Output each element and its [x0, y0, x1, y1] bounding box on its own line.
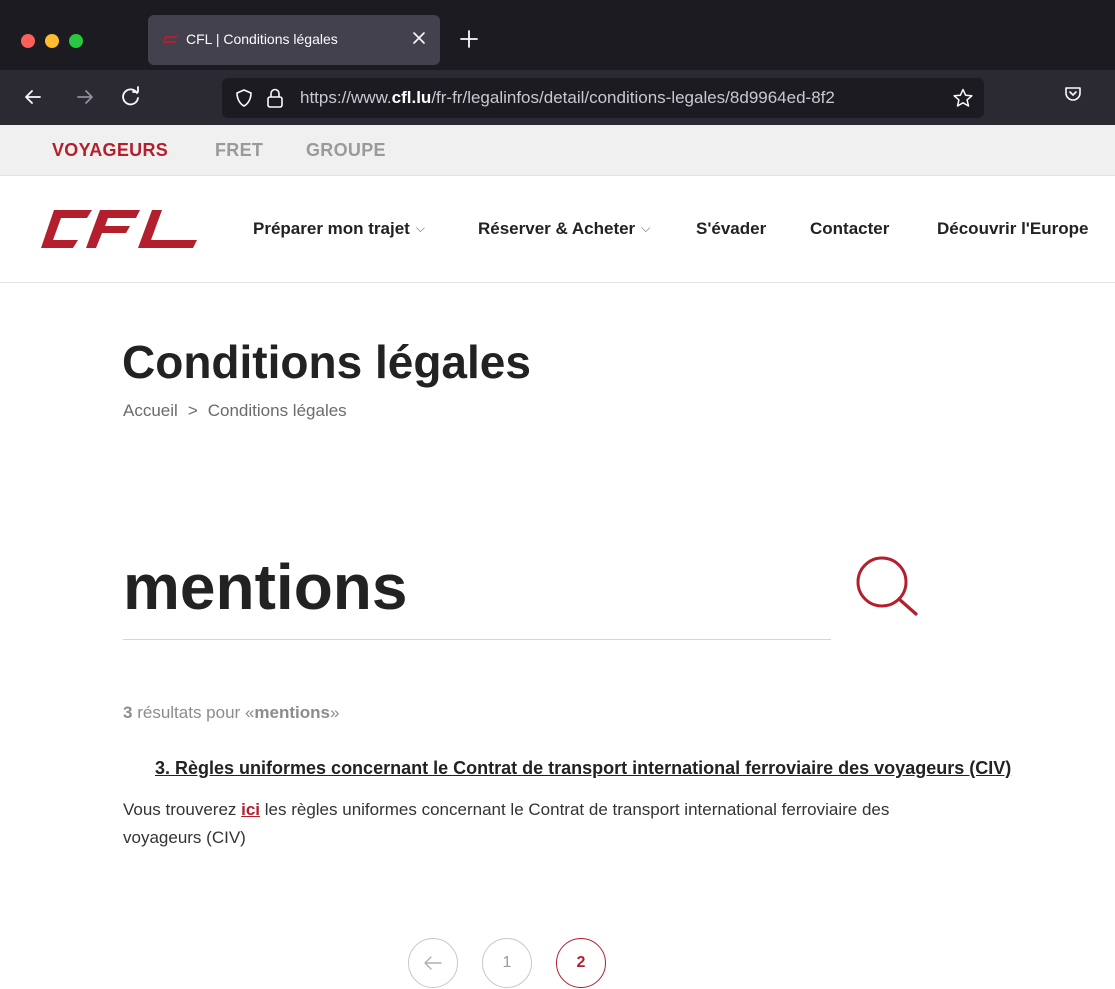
pocket-icon[interactable]	[1063, 84, 1083, 104]
new-tab-icon[interactable]	[458, 28, 480, 50]
result-description: Vous trouverez ici les règles uniformes …	[123, 800, 890, 847]
results-count: 3 résultats pour «mentions»	[123, 703, 339, 723]
nav-reserver-acheter[interactable]: Réserver & Acheter ⌵	[478, 219, 650, 239]
breadcrumb: Accueil > Conditions légales	[123, 401, 347, 421]
chevron-down-icon: ⌵	[641, 221, 651, 235]
pagination-page-1[interactable]: 1	[482, 938, 532, 988]
nav-preparer-mon-trajet[interactable]: Préparer mon trajet ⌵	[253, 219, 425, 239]
chevron-down-icon: ⌵	[415, 221, 425, 235]
breadcrumb-current: Conditions légales	[207, 401, 347, 420]
result-ici-link[interactable]: ici	[241, 800, 260, 819]
tab-title: CFL | Conditions légales	[186, 31, 338, 47]
url-text[interactable]: https://www.cfl.lu/fr-fr/legalinfos/deta…	[300, 88, 835, 108]
lock-icon[interactable]	[266, 87, 284, 109]
pagination-previous-button[interactable]	[408, 938, 458, 988]
shield-icon[interactable]	[234, 88, 254, 108]
search-field-wrapper	[123, 540, 831, 640]
results-count-number: 3	[123, 703, 133, 722]
arrow-left-icon	[424, 956, 442, 970]
forward-arrow-icon[interactable]	[72, 84, 98, 110]
reload-icon[interactable]	[118, 84, 144, 110]
bookmark-star-icon[interactable]	[952, 87, 974, 109]
search-icon[interactable]	[852, 554, 920, 616]
results-open-quote: «	[244, 703, 255, 722]
results-count-label: résultats pour	[137, 703, 241, 722]
nav-contacter[interactable]: Contacter	[810, 219, 889, 239]
window-close-button[interactable]	[21, 34, 35, 48]
window-minimize-button[interactable]	[45, 34, 59, 48]
breadcrumb-separator: >	[187, 401, 198, 420]
search-input[interactable]	[123, 540, 823, 634]
browser-tab-bar: CFL | Conditions légales	[0, 0, 1115, 70]
browser-tab-active[interactable]: CFL | Conditions légales	[148, 15, 440, 65]
site-top-nav: VOYAGEURS FRET GROUPE	[0, 125, 1115, 176]
site-main-nav: Préparer mon trajet ⌵ Réserver & Acheter ⌵…	[0, 176, 1115, 283]
back-arrow-icon[interactable]	[20, 84, 46, 110]
window-zoom-button[interactable]	[69, 34, 83, 48]
cfl-favicon-icon	[163, 36, 178, 43]
page-title: Conditions légales	[122, 336, 531, 388]
url-bar[interactable]: https://www.cfl.lu/fr-fr/legalinfos/deta…	[222, 78, 984, 118]
nav-decouvrir-europe[interactable]: Découvrir l'Europe	[937, 219, 1088, 239]
pagination-page-2-current[interactable]: 2	[556, 938, 606, 988]
nav-s-evader[interactable]: S'évader	[696, 219, 766, 239]
results-term: mentions	[254, 703, 330, 722]
cfl-logo[interactable]	[40, 208, 198, 250]
tab-close-icon[interactable]	[408, 27, 430, 49]
top-nav-voyageurs[interactable]: VOYAGEURS	[52, 140, 168, 161]
results-close-quote: »	[329, 703, 340, 722]
result-title-link[interactable]: 3. Règles uniformes concernant le Contra…	[155, 758, 1011, 779]
breadcrumb-home-link[interactable]: Accueil	[123, 401, 178, 420]
top-nav-groupe[interactable]: GROUPE	[306, 140, 386, 161]
top-nav-fret[interactable]: FRET	[215, 140, 263, 161]
browser-navigation-bar: https://www.cfl.lu/fr-fr/legalinfos/deta…	[0, 70, 1115, 125]
